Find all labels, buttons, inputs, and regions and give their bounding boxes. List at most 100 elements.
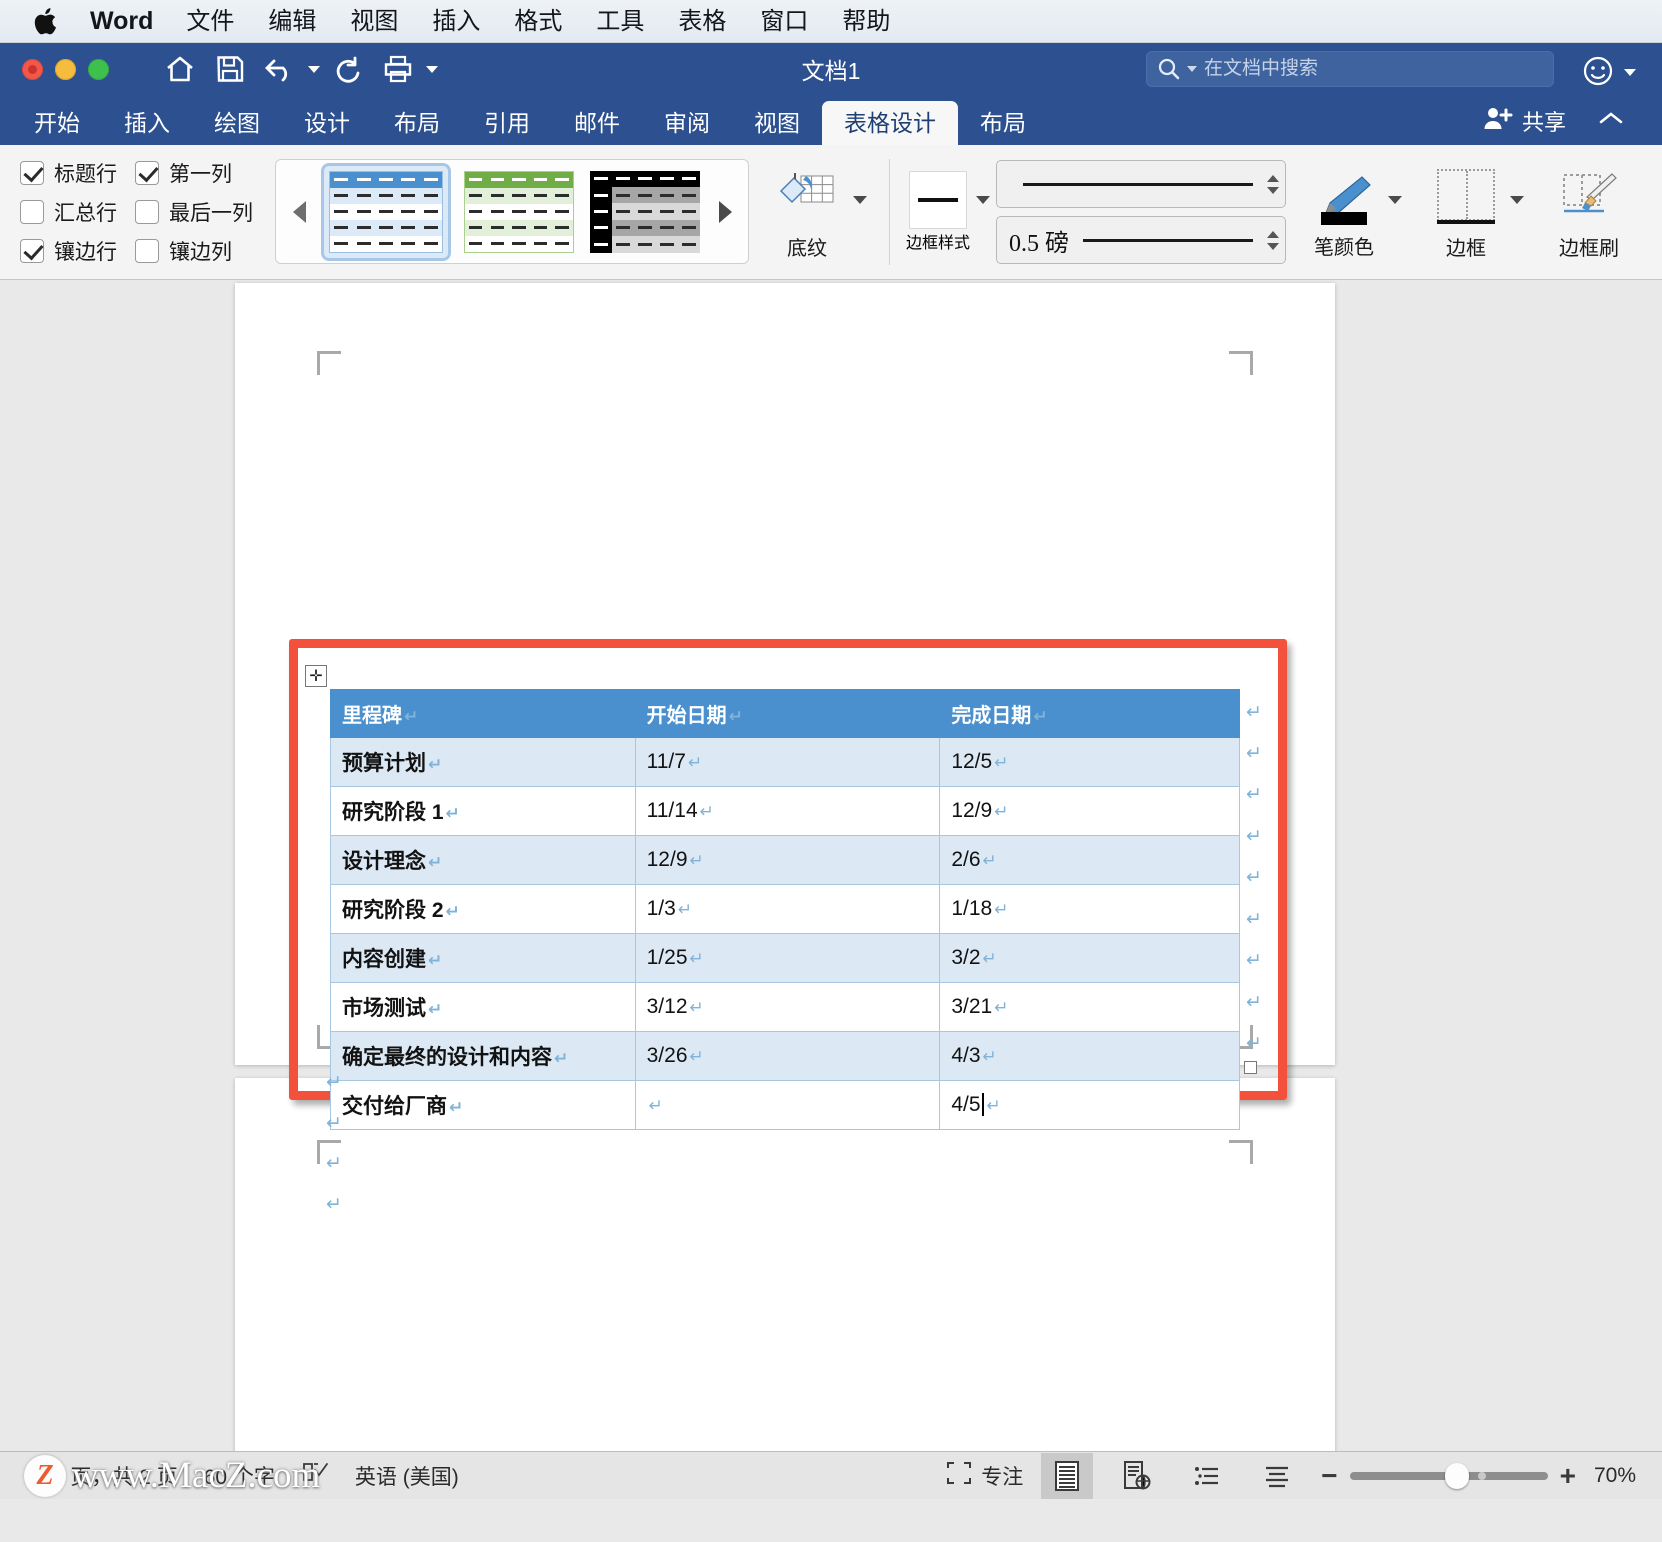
border-weight-spinners[interactable] <box>1267 231 1279 250</box>
cell-end-active[interactable]: 4/5↵ <box>940 1081 1240 1130</box>
menu-item-help[interactable]: 帮助 <box>825 0 907 43</box>
table-style-thumb-black[interactable] <box>590 171 700 253</box>
cell-end[interactable]: 12/9↵ <box>940 787 1240 836</box>
zoom-knob[interactable] <box>1445 1463 1469 1489</box>
document-canvas[interactable]: ✛ 里程碑↵ 开始日期↵ 完成日期↵ 预算计划↵ 11/7↵ 12/5↵ 研究阶… <box>0 280 1662 1499</box>
table-row[interactable]: 市场测试↵ 3/12↵ 3/21↵ <box>331 983 1240 1032</box>
tab-insert[interactable]: 插入 <box>102 101 192 145</box>
pen-color-button[interactable]: 笔颜色 <box>1306 164 1382 260</box>
gallery-prev-icon[interactable] <box>282 201 316 223</box>
minimize-button[interactable] <box>55 59 76 80</box>
cell-start[interactable]: 3/26↵ <box>635 1032 940 1081</box>
cell-start[interactable]: 1/25↵ <box>635 934 940 983</box>
tab-table-layout[interactable]: 布局 <box>958 101 1048 145</box>
table-row[interactable]: 研究阶段 1↵ 11/14↵ 12/9↵ <box>331 787 1240 836</box>
feedback-smiley-icon[interactable] <box>1582 55 1614 92</box>
banded-columns-checkbox[interactable] <box>135 239 159 263</box>
cell-milestone[interactable]: 确定最终的设计和内容↵ <box>331 1032 636 1081</box>
option-banded-columns[interactable]: 镶边列 <box>135 234 253 269</box>
table-row[interactable]: 确定最终的设计和内容↵ 3/26↵ 4/3↵ <box>331 1032 1240 1081</box>
search-options-chevron-icon[interactable] <box>1187 66 1197 72</box>
draft-view-button[interactable] <box>1251 1453 1303 1499</box>
cell-end[interactable]: 3/2↵ <box>940 934 1240 983</box>
zoom-slider[interactable]: − + <box>1321 1460 1576 1492</box>
cell-end[interactable]: 4/3↵ <box>940 1032 1240 1081</box>
table-style-thumb-blue[interactable] <box>324 166 448 258</box>
shading-button[interactable]: 底纹 <box>767 164 847 261</box>
zoom-out-button[interactable]: − <box>1321 1460 1337 1492</box>
border-painter-button[interactable]: 边框刷 <box>1550 164 1628 261</box>
borders-dropdown-icon[interactable] <box>1510 196 1524 204</box>
zoom-track[interactable] <box>1350 1472 1548 1480</box>
search-input[interactable] <box>1204 58 1543 80</box>
page-2[interactable] <box>235 1078 1335 1499</box>
undo-icon[interactable] <box>257 47 303 91</box>
cell-end[interactable]: 1/18↵ <box>940 885 1240 934</box>
border-style-dropdown-icon[interactable] <box>976 196 990 204</box>
menu-item-table[interactable]: 表格 <box>661 0 743 43</box>
table-styles-gallery[interactable] <box>275 159 749 264</box>
collapse-ribbon-icon[interactable] <box>1598 110 1624 131</box>
cell-end[interactable]: 12/5↵ <box>940 738 1240 787</box>
outline-view-button[interactable] <box>1181 1453 1233 1499</box>
cell-end[interactable]: 3/21↵ <box>940 983 1240 1032</box>
tab-design[interactable]: 设计 <box>282 101 372 145</box>
line-style-selector[interactable] <box>996 160 1286 208</box>
header-row-checkbox[interactable] <box>20 161 44 185</box>
table-style-thumb-green[interactable] <box>464 171 574 253</box>
cell-end[interactable]: 2/6↵ <box>940 836 1240 885</box>
tab-review[interactable]: 审阅 <box>642 101 732 145</box>
cell-milestone[interactable]: 研究阶段 1↵ <box>331 787 636 836</box>
border-style-button[interactable]: 边框样式 <box>906 171 970 253</box>
cell-milestone[interactable]: 市场测试↵ <box>331 983 636 1032</box>
cell-start[interactable]: 11/7↵ <box>635 738 940 787</box>
cell-milestone[interactable]: 研究阶段 2↵ <box>331 885 636 934</box>
tab-draw[interactable]: 绘图 <box>192 101 282 145</box>
option-total-row[interactable]: 汇总行 <box>20 194 117 229</box>
menu-item-view[interactable]: 视图 <box>333 0 415 43</box>
tab-home[interactable]: 开始 <box>12 101 102 145</box>
page-info[interactable]: 第 1 页，共 2 页 <box>26 1461 178 1491</box>
menu-item-insert[interactable]: 插入 <box>415 0 497 43</box>
first-column-checkbox[interactable] <box>135 161 159 185</box>
table-row[interactable]: 预算计划↵ 11/7↵ 12/5↵ <box>331 738 1240 787</box>
cell-start[interactable]: 11/14↵ <box>635 787 940 836</box>
redo-icon[interactable] <box>325 47 371 91</box>
feedback-dropdown-icon[interactable] <box>1624 69 1636 76</box>
table-move-handle[interactable]: ✛ <box>305 665 327 687</box>
menu-item-file[interactable]: 文件 <box>169 0 251 43</box>
zoom-level[interactable]: 70% <box>1594 1464 1636 1488</box>
option-first-column[interactable]: 第一列 <box>135 155 253 190</box>
tab-layout[interactable]: 布局 <box>372 101 462 145</box>
home-icon[interactable] <box>157 47 203 91</box>
tab-mailings[interactable]: 邮件 <box>552 101 642 145</box>
word-count[interactable]: 60 个字 <box>204 1461 275 1491</box>
print-layout-view-button[interactable] <box>1041 1453 1093 1499</box>
cell-milestone[interactable]: 交付给厂商↵ <box>331 1081 636 1130</box>
proofing-status[interactable] <box>301 1461 329 1491</box>
table-row[interactable]: 交付给厂商↵ ↵ 4/5↵ <box>331 1081 1240 1130</box>
cell-milestone[interactable]: 内容创建↵ <box>331 934 636 983</box>
print-icon[interactable] <box>375 47 421 91</box>
option-banded-rows[interactable]: 镶边行 <box>20 234 117 269</box>
cell-start[interactable]: ↵ <box>635 1081 940 1130</box>
total-row-checkbox[interactable] <box>20 200 44 224</box>
overflow-icon[interactable] <box>425 47 439 91</box>
option-header-row[interactable]: 标题行 <box>20 155 117 190</box>
save-icon[interactable] <box>207 47 253 91</box>
share-button[interactable]: 共享 <box>1483 105 1566 137</box>
zoom-in-button[interactable]: + <box>1560 1460 1576 1492</box>
close-button[interactable] <box>22 59 43 80</box>
language-indicator[interactable]: 英语 (美国) <box>355 1461 459 1491</box>
tab-view[interactable]: 视图 <box>732 101 822 145</box>
gallery-next-icon[interactable] <box>708 201 742 223</box>
cell-start[interactable]: 12/9↵ <box>635 836 940 885</box>
maximize-button[interactable] <box>88 59 109 80</box>
table-row[interactable]: 内容创建↵ 1/25↵ 3/2↵ <box>331 934 1240 983</box>
apple-logo-icon[interactable] <box>34 6 60 36</box>
menu-item-edit[interactable]: 编辑 <box>251 0 333 43</box>
option-last-column[interactable]: 最后一列 <box>135 194 253 229</box>
tab-table-design[interactable]: 表格设计 <box>822 101 958 145</box>
cell-milestone[interactable]: 设计理念↵ <box>331 836 636 885</box>
table-row[interactable]: 研究阶段 2↵ 1/3↵ 1/18↵ <box>331 885 1240 934</box>
